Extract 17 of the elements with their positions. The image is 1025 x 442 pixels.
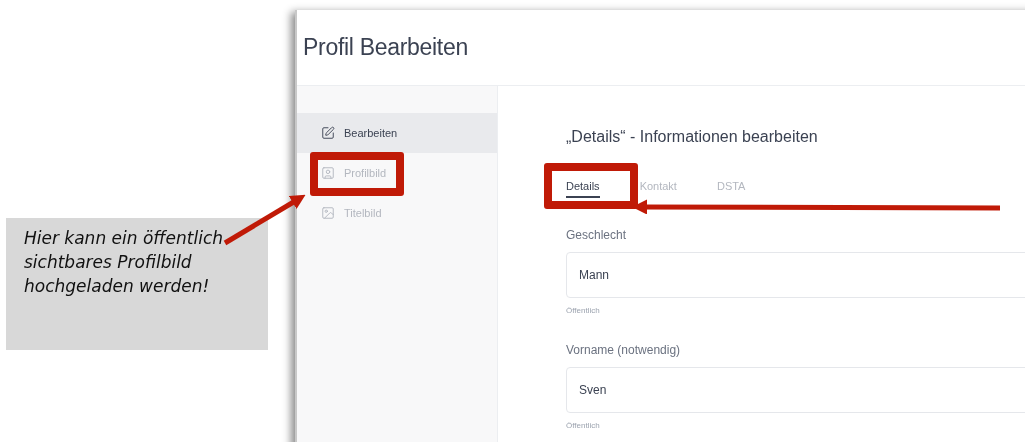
callout-note: Hier kann ein öffentlich sichtbares Profilbild hochgeladen werden! — [6, 218, 268, 350]
sidebar-item[interactable]: Bearbeiten — [297, 113, 497, 153]
tab[interactable]: Details — [566, 176, 600, 198]
visibility-hint: Öffentlich — [566, 421, 601, 430]
visibility-hint: Öffentlich — [566, 306, 601, 315]
field-label: Vorname (notwendig) — [566, 343, 682, 357]
input-field[interactable]: Sven — [566, 367, 1025, 413]
page-title: Profil Bearbeiten — [303, 34, 468, 61]
user-icon — [321, 166, 335, 180]
sidebar-label: Titelbild — [344, 207, 382, 219]
image-icon — [321, 206, 335, 220]
edit-icon — [321, 126, 335, 140]
sidebar-label: Profilbild — [344, 167, 387, 179]
section-heading: „Details“ - Informationen bearbeiten — [566, 128, 819, 146]
field-label: Geschlecht — [566, 228, 628, 242]
input-field[interactable]: Mann — [566, 252, 1025, 298]
sidebar-label: Bearbeiten — [344, 127, 398, 139]
